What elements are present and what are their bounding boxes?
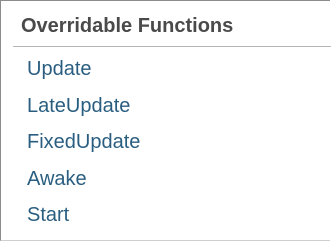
function-list: Update LateUpdate FixedUpdate Awake Star… xyxy=(27,57,140,240)
panel-title: Overridable Functions xyxy=(21,15,234,37)
header-divider xyxy=(13,46,331,47)
function-link-start[interactable]: Start xyxy=(27,203,140,240)
function-link-update[interactable]: Update xyxy=(27,57,140,94)
function-link-awake[interactable]: Awake xyxy=(27,167,140,204)
function-link-fixedupdate[interactable]: FixedUpdate xyxy=(27,130,140,167)
function-link-lateupdate[interactable]: LateUpdate xyxy=(27,94,140,131)
overridable-functions-panel: Overridable Functions Update LateUpdate … xyxy=(0,0,331,241)
